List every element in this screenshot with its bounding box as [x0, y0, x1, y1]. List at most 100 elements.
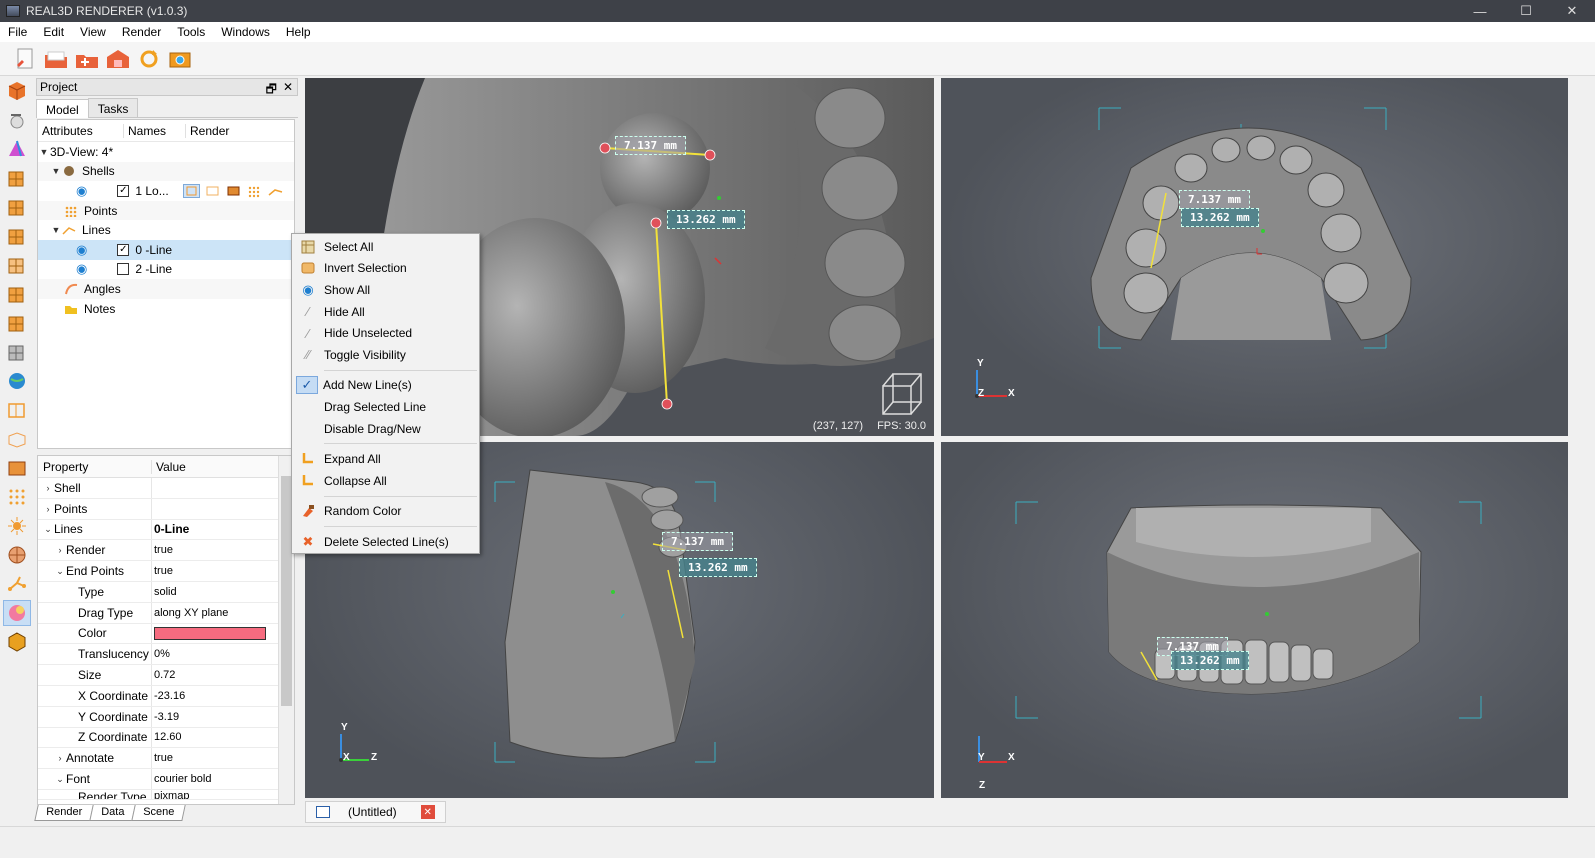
menu-item-delete-selected-lines[interactable]: ✖ Delete Selected Line(s)	[292, 531, 479, 553]
tree-row-shells[interactable]: ▼ Shells	[38, 161, 294, 182]
menu-view[interactable]: View	[72, 25, 114, 39]
prop-value[interactable]: solid	[152, 582, 294, 602]
line-0-checkbox[interactable]: ✓	[117, 243, 130, 256]
menu-item-drag-selected-line[interactable]: Drag Selected Line	[292, 396, 479, 418]
screenshot-icon[interactable]	[167, 46, 193, 72]
menu-item-toggle-visibility[interactable]: ⁄⁄ Toggle Visibility	[292, 344, 479, 366]
grid-cube-1-icon[interactable]	[3, 165, 31, 191]
prop-value[interactable]: courier bold	[152, 769, 294, 789]
tree-row-shell-item[interactable]: ◉ ✓ 1 Lo...	[38, 181, 294, 201]
prop-value[interactable]: -3.19	[154, 711, 179, 723]
menu-help[interactable]: Help	[278, 25, 319, 39]
tree-row-line-2[interactable]: ◉ 2 -Line	[38, 260, 294, 280]
tab-data[interactable]: Data	[89, 805, 137, 821]
prop-row-lines[interactable]: ⌄ Lines 0-Line	[38, 519, 294, 541]
hexagon-tool-icon[interactable]	[3, 629, 31, 655]
render-textured-icon[interactable]	[225, 184, 242, 198]
measurement-label-a[interactable]: 7.137 mm	[1179, 190, 1250, 209]
globe-tool-icon[interactable]	[3, 368, 31, 394]
prop-row-translucency[interactable]: Translucency0%▲▼	[38, 644, 294, 666]
tree-col-names[interactable]: Names	[124, 123, 186, 138]
prop-row-font[interactable]: ⌄ Font courier bold	[38, 769, 294, 790]
viewport-top[interactable]: 7.137 mm 13.262 mm Y Z X	[941, 78, 1568, 436]
prop-row-zcoord[interactable]: Z Coordinate12.60▲▼	[38, 727, 294, 749]
chevron-down-icon[interactable]: ⌄	[54, 774, 66, 785]
prop-row-dragtype[interactable]: Drag Type along XY plane	[38, 602, 294, 624]
add-model-icon[interactable]	[74, 46, 100, 72]
lines-tool-icon[interactable]	[3, 571, 31, 597]
prop-col-value[interactable]: Value	[152, 460, 186, 474]
menu-item-collapse-all[interactable]: Collapse All	[292, 470, 479, 492]
line-2-checkbox[interactable]	[117, 263, 130, 276]
menu-item-disable-drag-new[interactable]: Disable Drag/New	[292, 418, 479, 440]
slice-tool-icon[interactable]	[3, 426, 31, 452]
chevron-right-icon[interactable]: ›	[54, 545, 66, 555]
tree-row-line-0[interactable]: ◉ ✓ 0 -Line	[38, 239, 294, 260]
float-panel-button[interactable]: 🗗	[266, 80, 277, 101]
tab-scene[interactable]: Scene	[131, 805, 187, 821]
document-tab-untitled[interactable]: (Untitled) ✕	[305, 801, 446, 823]
menu-tools[interactable]: Tools	[169, 25, 213, 39]
tree-row-notes[interactable]: Notes	[38, 299, 294, 319]
prop-value[interactable]: true	[152, 561, 294, 581]
color-tool-icon[interactable]	[3, 600, 31, 626]
prop-row-type[interactable]: Type solid	[38, 581, 294, 603]
render-lines-icon[interactable]	[267, 184, 284, 198]
new-doc-icon[interactable]	[12, 46, 38, 72]
tree-row-points[interactable]: Points	[38, 200, 294, 221]
open-folder-icon[interactable]	[43, 46, 69, 72]
grid-cube-4-icon[interactable]	[3, 252, 31, 278]
eye-icon[interactable]: ◉	[76, 183, 87, 199]
tab-model[interactable]: Model	[36, 99, 89, 118]
chevron-right-icon[interactable]: ›	[54, 753, 66, 763]
close-window-button[interactable]: ✕	[1549, 0, 1595, 22]
tree-row-lines[interactable]: ▼ Lines	[38, 220, 294, 240]
chevron-down-icon[interactable]: ⌄	[54, 566, 66, 577]
cube-tool-icon[interactable]	[3, 78, 31, 104]
measurement-label-b[interactable]: 13.262 mm	[1171, 651, 1249, 670]
render-points-icon[interactable]	[246, 184, 263, 198]
prop-value[interactable]: 12.60	[154, 731, 182, 743]
prop-row-xcoord[interactable]: X Coordinate-23.16▲▼	[38, 685, 294, 707]
prop-row-size[interactable]: Size0.72▲▼	[38, 665, 294, 686]
tree-row-root[interactable]: ▼ 3D-View: 4*	[38, 142, 294, 162]
menu-item-add-new-lines[interactable]: ✓ Add New Line(s)	[292, 375, 479, 397]
sphere-tool-icon[interactable]	[3, 542, 31, 568]
grid-cube-3-icon[interactable]	[3, 223, 31, 249]
chevron-down-icon[interactable]: ⌄	[42, 524, 54, 535]
eye-icon[interactable]: ◉	[76, 242, 87, 258]
tab-render[interactable]: Render	[34, 805, 94, 821]
prop-value[interactable]: true	[152, 540, 294, 560]
points-tool-icon[interactable]	[3, 484, 31, 510]
chevron-down-icon[interactable]: ▼	[38, 147, 50, 157]
export-icon[interactable]	[105, 46, 131, 72]
burst-tool-icon[interactable]	[3, 513, 31, 539]
clip-box-icon[interactable]	[3, 455, 31, 481]
prop-value[interactable]: along XY plane	[152, 603, 294, 623]
eye-icon[interactable]: ◉	[76, 261, 87, 277]
grid-cube-6-icon[interactable]	[3, 310, 31, 336]
grid-cube-5-icon[interactable]	[3, 281, 31, 307]
measurement-label-b[interactable]: 13.262 mm	[667, 210, 745, 229]
grid-cube-gray-icon[interactable]	[3, 339, 31, 365]
prop-value[interactable]: true	[152, 748, 294, 768]
tree-row-angles[interactable]: Angles	[38, 279, 294, 299]
menu-windows[interactable]: Windows	[213, 25, 278, 39]
prop-row-rendertype[interactable]: Render Type pixmap	[38, 789, 294, 800]
color-swatch[interactable]	[154, 626, 266, 640]
close-tab-icon[interactable]: ✕	[420, 805, 435, 819]
shell-visible-checkbox[interactable]: ✓	[117, 184, 130, 197]
prop-value[interactable]: 0.72	[154, 669, 175, 681]
measurement-label-a[interactable]: 7.137 mm	[615, 136, 686, 155]
box-frame-icon[interactable]	[3, 397, 31, 423]
axis-tool-icon[interactable]	[3, 136, 31, 162]
prop-row-annotate[interactable]: › Annotate true	[38, 748, 294, 770]
tree-col-attributes[interactable]: Attributes	[38, 123, 124, 138]
prop-row-color[interactable]: Color	[38, 623, 294, 645]
prop-value[interactable]: -23.16	[154, 690, 185, 702]
tab-tasks[interactable]: Tasks	[87, 98, 139, 117]
light-tool-icon[interactable]	[3, 107, 31, 133]
render-solid-icon[interactable]	[183, 183, 201, 198]
prop-row-endpoints[interactable]: ⌄ End Points true	[38, 561, 294, 582]
prop-row-shell[interactable]: › Shell	[38, 478, 294, 499]
